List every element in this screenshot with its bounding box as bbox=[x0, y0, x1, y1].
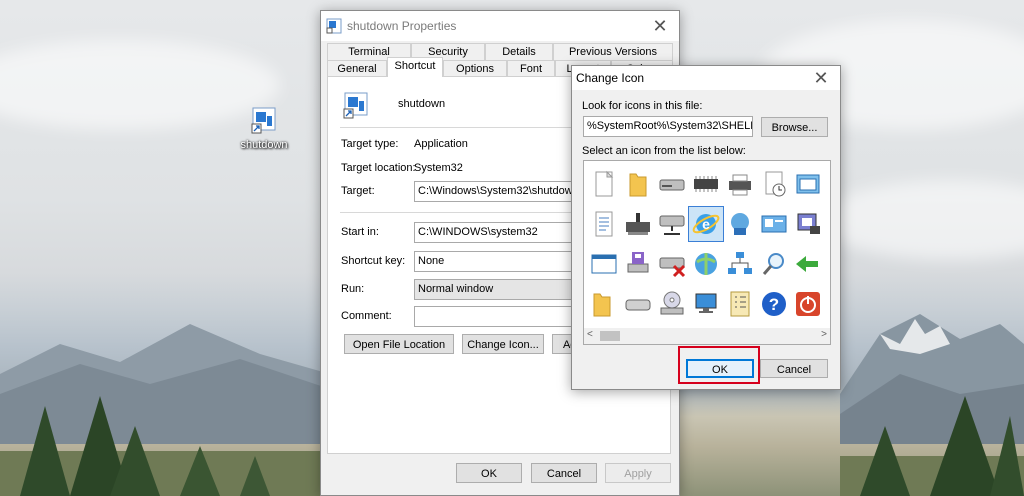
svg-text:e: e bbox=[702, 216, 710, 232]
tab-previous-versions[interactable]: Previous Versions bbox=[553, 43, 673, 60]
disconnected-drive-icon[interactable] bbox=[655, 247, 689, 281]
computer-monitor-icon[interactable] bbox=[689, 287, 723, 321]
properties-cancel-button[interactable]: Cancel bbox=[531, 463, 597, 483]
change-icon-title: Change Icon bbox=[576, 71, 645, 85]
shortcut-icon bbox=[251, 107, 276, 134]
printer-icon[interactable] bbox=[723, 167, 757, 201]
properties-ok-button[interactable]: OK bbox=[456, 463, 522, 483]
run-arrow-icon[interactable] bbox=[791, 247, 825, 281]
properties-titlebar[interactable]: shutdown Properties ✕ bbox=[321, 11, 679, 41]
network-tree-icon[interactable] bbox=[723, 247, 757, 281]
tab-shortcut[interactable]: Shortcut bbox=[387, 57, 443, 77]
open-file-location-button[interactable]: Open File Location bbox=[344, 334, 454, 354]
scroll-right-icon[interactable]: > bbox=[821, 329, 827, 340]
change-icon-cancel-button[interactable]: Cancel bbox=[760, 359, 828, 378]
horizontal-scrollbar[interactable]: < > bbox=[584, 328, 830, 344]
desktop-shortcut-shutdown[interactable]: shutdown bbox=[236, 106, 292, 151]
icon-file-path-field[interactable]: %SystemRoot%\System32\SHELL32.dll bbox=[583, 116, 753, 137]
properties-title: shutdown Properties bbox=[347, 19, 457, 33]
internet-explorer-icon[interactable]: e bbox=[688, 206, 724, 242]
tab-general[interactable]: General bbox=[327, 60, 387, 77]
search-icon[interactable] bbox=[757, 247, 791, 281]
removable-drive-icon[interactable] bbox=[621, 287, 655, 321]
target-type-label: Target type: bbox=[341, 138, 399, 150]
browse-button[interactable]: Browse... bbox=[761, 117, 828, 137]
blank-document-icon[interactable] bbox=[587, 167, 621, 201]
text-document-icon[interactable] bbox=[587, 207, 621, 241]
network-computer-icon[interactable] bbox=[723, 207, 757, 241]
close-icon[interactable]: ✕ bbox=[808, 66, 834, 90]
start-in-label: Start in: bbox=[341, 226, 379, 238]
power-icon[interactable] bbox=[791, 287, 825, 321]
change-icon-ok-button[interactable]: OK bbox=[686, 359, 754, 378]
change-icon-titlebar[interactable]: Change Icon ✕ bbox=[572, 66, 840, 90]
hard-drive-icon[interactable] bbox=[655, 167, 689, 201]
cloud bbox=[820, 180, 1024, 260]
shortcut-icon bbox=[343, 92, 368, 119]
properties-apply-button[interactable]: Apply bbox=[605, 463, 671, 483]
icon-list[interactable]: e? < > bbox=[583, 160, 831, 345]
tab-details[interactable]: Details bbox=[485, 43, 553, 60]
target-location-label: Target location: bbox=[341, 162, 416, 174]
svg-text:?: ? bbox=[769, 295, 779, 314]
folder-icon[interactable] bbox=[621, 167, 655, 201]
select-icon-label: Select an icon from the list below: bbox=[582, 145, 746, 157]
cd-drive-icon[interactable] bbox=[655, 287, 689, 321]
desktop-icon-label: shutdown bbox=[240, 139, 288, 151]
network-globe-icon[interactable] bbox=[689, 247, 723, 281]
look-for-icons-label: Look for icons in this file: bbox=[582, 100, 703, 112]
application-window-icon[interactable] bbox=[587, 247, 621, 281]
floppy-drive-icon[interactable] bbox=[621, 247, 655, 281]
change-icon-button[interactable]: Change Icon... bbox=[462, 334, 544, 354]
memory-chip-icon[interactable] bbox=[689, 167, 723, 201]
tab-options[interactable]: Options bbox=[443, 60, 507, 77]
scroll-left-icon[interactable]: < bbox=[587, 329, 593, 340]
control-panel-icon[interactable] bbox=[757, 207, 791, 241]
window-icon[interactable] bbox=[791, 167, 825, 201]
shortcut-name: shutdown bbox=[398, 98, 446, 110]
network-drive-icon[interactable] bbox=[655, 207, 689, 241]
close-icon[interactable]: ✕ bbox=[647, 13, 673, 39]
folder-file-icon[interactable] bbox=[587, 287, 621, 321]
comment-label: Comment: bbox=[341, 310, 392, 322]
fax-printer-icon[interactable] bbox=[621, 207, 655, 241]
help-icon[interactable]: ? bbox=[757, 287, 791, 321]
target-location-value: System32 bbox=[414, 162, 463, 174]
settings-list-icon[interactable] bbox=[723, 287, 757, 321]
window-app-icon bbox=[326, 18, 342, 34]
scrollbar-thumb[interactable] bbox=[600, 331, 620, 341]
run-label: Run: bbox=[341, 283, 365, 295]
change-icon-dialog: Change Icon ✕ Look for icons in this fil… bbox=[571, 65, 841, 390]
target-type-value: Application bbox=[414, 138, 468, 150]
remote-desktop-icon[interactable] bbox=[791, 207, 825, 241]
clock-document-icon[interactable] bbox=[757, 167, 791, 201]
tab-font[interactable]: Font bbox=[507, 60, 555, 77]
target-label: Target: bbox=[341, 185, 375, 197]
shortcut-key-label: Shortcut key: bbox=[341, 255, 406, 267]
